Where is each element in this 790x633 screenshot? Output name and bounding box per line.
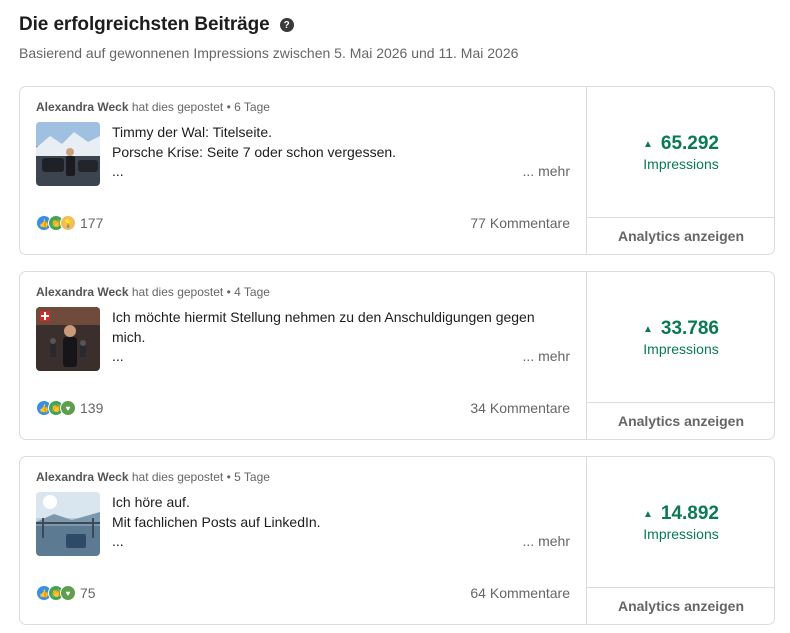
post-thumbnail[interactable] <box>36 307 100 371</box>
post-meta: Alexandra Weck hat dies gepostet • 6 Tag… <box>36 100 270 114</box>
trend-up-icon: ▲ <box>642 508 653 520</box>
see-more-link[interactable]: ... mehr <box>523 163 570 179</box>
impressions-value: ▲ 33.786 <box>587 318 775 340</box>
impressions-number: 33.786 <box>660 318 720 339</box>
page-title: Die erfolgreichsten Beiträge <box>19 14 270 35</box>
title-row: Die erfolgreichsten Beiträge ? <box>19 14 518 36</box>
posted-text: hat dies gepostet <box>131 100 224 114</box>
reaction-count: 75 <box>80 585 96 601</box>
support-reaction-icon: ♥ <box>60 585 76 601</box>
post-text-ellipsis: ... <box>112 348 124 364</box>
insightful-reaction-icon: 💡 <box>60 215 76 231</box>
impressions-block: ▲ 33.786 Impressions <box>587 318 775 357</box>
post-card: Alexandra Weck hat dies gepostet • 5 Tag… <box>19 456 775 625</box>
reaction-count: 139 <box>80 400 104 416</box>
reactions[interactable]: 👍 👏 ♥ 75 <box>36 585 96 601</box>
impressions-label: Impressions <box>643 341 719 357</box>
post-content[interactable]: Alexandra Weck hat dies gepostet • 6 Tag… <box>20 87 586 254</box>
impressions-label: Impressions <box>643 526 719 542</box>
post-card: Alexandra Weck hat dies gepostet • 6 Tag… <box>19 86 775 255</box>
post-age: 6 Tage <box>234 100 270 114</box>
post-stats: ▲ 33.786 Impressions Analytics anzeigen <box>586 272 775 439</box>
impressions-label: Impressions <box>643 156 719 172</box>
view-analytics-button[interactable]: Analytics anzeigen <box>587 587 775 624</box>
post-meta: Alexandra Weck hat dies gepostet • 5 Tag… <box>36 470 270 484</box>
post-meta: Alexandra Weck hat dies gepostet • 4 Tag… <box>36 285 270 299</box>
impressions-block: ▲ 65.292 Impressions <box>587 133 775 172</box>
author-name[interactable]: Alexandra Weck <box>36 470 129 484</box>
post-stats: ▲ 14.892 Impressions Analytics anzeigen <box>586 457 775 624</box>
see-more-link[interactable]: ... mehr <box>523 533 570 549</box>
view-analytics-button[interactable]: Analytics anzeigen <box>587 217 775 254</box>
author-name[interactable]: Alexandra Weck <box>36 100 129 114</box>
comments-count[interactable]: 64 Kommentare <box>470 585 570 601</box>
author-name[interactable]: Alexandra Weck <box>36 285 129 299</box>
post-text: Ich höre auf. Mit fachlichen Posts auf L… <box>112 493 572 552</box>
post-text-ellipsis: ... <box>112 163 124 179</box>
post-text: Ich möchte hiermit Stellung nehmen zu de… <box>112 308 572 367</box>
trend-up-icon: ▲ <box>642 138 653 150</box>
view-analytics-button[interactable]: Analytics anzeigen <box>587 402 775 439</box>
separator-dot: • <box>226 100 231 114</box>
impressions-number: 14.892 <box>660 503 720 524</box>
post-text-ellipsis: ... <box>112 533 124 549</box>
section-header: Die erfolgreichsten Beiträge ? Basierend… <box>19 14 518 61</box>
separator-dot: • <box>226 285 231 299</box>
help-icon[interactable]: ? <box>279 18 294 32</box>
post-text: Timmy der Wal: Titelseite. Porsche Krise… <box>112 123 572 182</box>
post-text-line: Mit fachlichen Posts auf LinkedIn. <box>112 513 321 530</box>
reactions[interactable]: 👍 👏 💡 177 <box>36 215 103 231</box>
impressions-number: 65.292 <box>660 133 720 154</box>
posted-text: hat dies gepostet <box>131 470 224 484</box>
post-thumbnail[interactable] <box>36 122 100 186</box>
page-subtitle: Basierend auf gewonnenen Impressions zwi… <box>19 45 519 61</box>
impressions-block: ▲ 14.892 Impressions <box>587 503 775 542</box>
impressions-value: ▲ 65.292 <box>587 133 775 155</box>
separator-dot: • <box>226 470 231 484</box>
post-stats: ▲ 65.292 Impressions Analytics anzeigen <box>586 87 775 254</box>
post-age: 5 Tage <box>234 470 270 484</box>
post-text-line: Porsche Krise: Seite 7 oder schon verges… <box>112 143 397 160</box>
post-text-line: Timmy der Wal: Titelseite. <box>112 124 272 140</box>
post-text-line: Ich möchte hiermit Stellung nehmen zu de… <box>112 309 535 325</box>
post-card: Alexandra Weck hat dies gepostet • 4 Tag… <box>19 271 775 440</box>
post-content[interactable]: Alexandra Weck hat dies gepostet • 5 Tag… <box>20 457 586 624</box>
post-thumbnail[interactable] <box>36 492 100 556</box>
trend-up-icon: ▲ <box>642 323 653 335</box>
post-text-line: mich. <box>112 328 146 345</box>
reaction-count: 177 <box>80 215 104 231</box>
comments-count[interactable]: 34 Kommentare <box>470 400 570 416</box>
post-text-line: Ich höre auf. <box>112 494 190 510</box>
support-reaction-icon: ♥ <box>60 400 76 416</box>
comments-count[interactable]: 77 Kommentare <box>470 215 570 231</box>
post-age: 4 Tage <box>234 285 270 299</box>
posted-text: hat dies gepostet <box>131 285 224 299</box>
impressions-value: ▲ 14.892 <box>587 503 775 525</box>
see-more-link[interactable]: ... mehr <box>523 348 570 364</box>
reactions[interactable]: 👍 👏 ♥ 139 <box>36 400 103 416</box>
post-content[interactable]: Alexandra Weck hat dies gepostet • 4 Tag… <box>20 272 586 439</box>
